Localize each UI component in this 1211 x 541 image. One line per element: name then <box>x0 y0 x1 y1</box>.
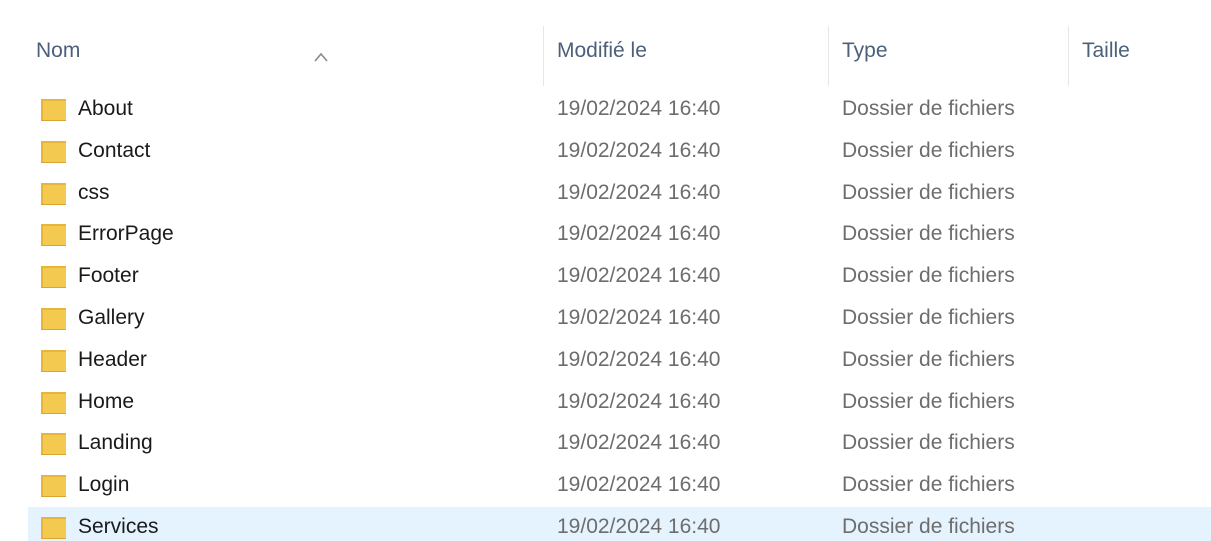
modified-date: 19/02/2024 16:40 <box>557 347 721 371</box>
column-divider[interactable] <box>1068 26 1069 86</box>
file-type: Dossier de fichiers <box>842 138 1015 162</box>
file-type: Dossier de fichiers <box>842 264 1015 288</box>
modified-date: 19/02/2024 16:40 <box>557 431 721 455</box>
column-header-type[interactable]: Type <box>828 26 1068 86</box>
file-row[interactable]: Footer 19/02/2024 16:40 Dossier de fichier… <box>0 255 1211 297</box>
folder-icon <box>40 263 67 289</box>
name-cell[interactable]: Login <box>40 464 540 506</box>
file-type: Dossier de fichiers <box>842 389 1015 413</box>
modified-date: 19/02/2024 16:40 <box>557 138 721 162</box>
file-row[interactable]: ErrorPage 19/02/2024 16:40 Dossier de fich… <box>0 213 1211 255</box>
modified-date: 19/02/2024 16:40 <box>557 97 721 120</box>
folder-icon <box>40 472 67 498</box>
folder-icon <box>40 430 67 456</box>
modified-date: 19/02/2024 16:40 <box>557 473 721 497</box>
file-type: Dossier de fichiers <box>842 180 1015 204</box>
folder-icon <box>40 389 67 415</box>
modified-date: 19/02/2024 16:40 <box>557 264 721 288</box>
name-cell[interactable]: Services <box>40 506 540 541</box>
file-name: Home <box>78 389 135 413</box>
name-cell[interactable]: Header <box>40 339 540 381</box>
file-type: Dossier de fichiers <box>842 431 1015 455</box>
folder-icon <box>40 514 67 540</box>
column-header-modified[interactable]: Modifié le <box>543 26 828 86</box>
file-row[interactable]: css 19/02/2024 16:40 Dossier de fichiers <box>0 172 1211 214</box>
name-cell[interactable]: Home <box>40 381 540 423</box>
file-name: Services <box>78 514 159 538</box>
file-name: About <box>78 97 133 120</box>
file-type: Dossier de fichiers <box>842 473 1015 497</box>
name-cell[interactable]: Contact <box>40 130 540 172</box>
file-type: Dossier de fichiers <box>842 222 1015 246</box>
column-header-bar: Nom Modifié le Type Taille <box>0 0 1211 86</box>
file-row[interactable]: Gallery 19/02/2024 16:40 Dossier de fichie… <box>0 297 1211 339</box>
name-cell[interactable]: ErrorPage <box>40 213 540 255</box>
modified-date: 19/02/2024 16:40 <box>557 389 721 413</box>
file-name: ErrorPage <box>78 222 174 246</box>
file-name: Login <box>78 473 130 497</box>
column-header-name-label: Nom <box>36 39 81 62</box>
file-type: Dossier de fichiers <box>842 347 1015 371</box>
file-type: Dossier de fichiers <box>842 305 1015 329</box>
file-row[interactable]: Services 19/02/2024 16:40 Dossier de fichi… <box>0 506 1211 541</box>
modified-date: 19/02/2024 16:40 <box>557 180 721 204</box>
file-explorer-details-view: Nom Modifié le Type Taille About 19/02/20… <box>0 0 1211 541</box>
file-name: Contact <box>78 138 151 162</box>
name-cell[interactable]: css <box>40 172 540 214</box>
file-row[interactable]: Home 19/02/2024 16:40 Dossier de fichiers <box>0 381 1211 423</box>
file-row[interactable]: Contact 19/02/2024 16:40 Dossier de fichie… <box>0 130 1211 172</box>
column-divider[interactable] <box>828 26 829 86</box>
column-header-type-label: Type <box>842 39 888 62</box>
file-name: css <box>78 180 110 204</box>
file-row[interactable]: Header 19/02/2024 16:40 Dossier de fichier… <box>0 339 1211 381</box>
folder-icon <box>40 221 67 247</box>
folder-icon <box>40 180 67 206</box>
file-list: About 19/02/2024 16:40 Dossier de fichiers… <box>0 88 1211 541</box>
file-name: Header <box>78 347 147 371</box>
file-name: Gallery <box>78 305 145 329</box>
column-header-name[interactable]: Nom <box>36 26 543 86</box>
column-divider[interactable] <box>543 26 544 86</box>
name-cell[interactable]: Footer <box>40 255 540 297</box>
folder-icon <box>40 305 67 331</box>
modified-date: 19/02/2024 16:40 <box>557 514 721 538</box>
modified-date: 19/02/2024 16:40 <box>557 222 721 246</box>
file-row[interactable]: About 19/02/2024 16:40 Dossier de fichiers <box>0 88 1211 130</box>
file-row[interactable]: Login 19/02/2024 16:40 Dossier de fichiers <box>0 464 1211 506</box>
column-header-modified-label: Modifié le <box>557 39 647 62</box>
name-cell[interactable]: About <box>40 88 540 130</box>
modified-date: 19/02/2024 16:40 <box>557 305 721 329</box>
file-name: Footer <box>78 264 139 288</box>
folder-icon <box>40 347 67 373</box>
file-type: Dossier de fichiers <box>842 97 1015 120</box>
name-cell[interactable]: Landing <box>40 422 540 464</box>
file-name: Landing <box>78 431 153 455</box>
folder-icon <box>40 96 67 122</box>
file-type: Dossier de fichiers <box>842 514 1015 538</box>
file-row[interactable]: Landing 19/02/2024 16:40 Dossier de fichie… <box>0 422 1211 464</box>
column-header-size[interactable]: Taille <box>1068 26 1211 86</box>
name-cell[interactable]: Gallery <box>40 297 540 339</box>
folder-icon <box>40 138 67 164</box>
column-header-size-label: Taille <box>1082 39 1130 62</box>
chevron-up-icon <box>313 51 329 63</box>
